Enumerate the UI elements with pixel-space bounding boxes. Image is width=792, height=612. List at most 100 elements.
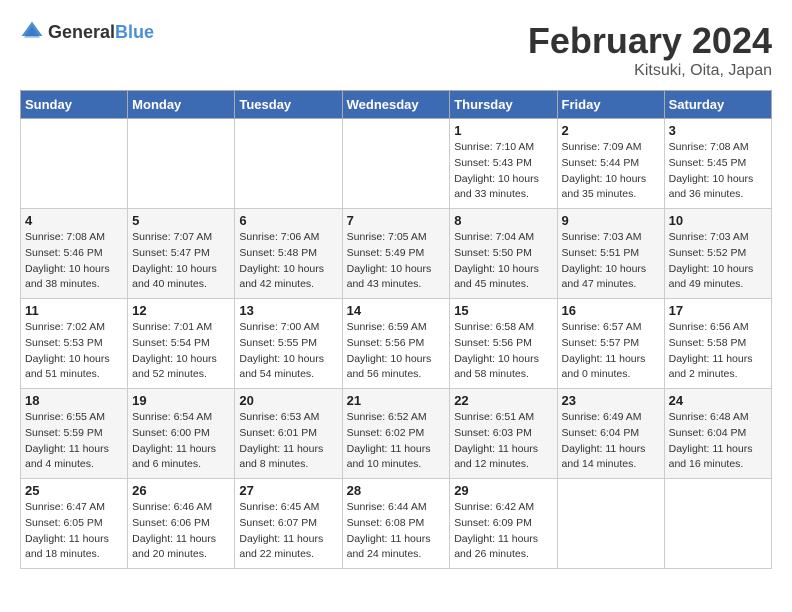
day-info: Sunrise: 7:06 AM Sunset: 5:48 PM Dayligh… <box>239 230 337 293</box>
day-info: Sunrise: 6:56 AM Sunset: 5:58 PM Dayligh… <box>669 320 767 383</box>
day-info: Sunrise: 6:46 AM Sunset: 6:06 PM Dayligh… <box>132 500 230 563</box>
weekday-header-monday: Monday <box>128 91 235 119</box>
day-number: 14 <box>347 303 446 318</box>
week-row-4: 18 Sunrise: 6:55 AM Sunset: 5:59 PM Dayli… <box>21 389 772 479</box>
day-number: 27 <box>239 483 337 498</box>
day-number: 10 <box>669 213 767 228</box>
day-number: 6 <box>239 213 337 228</box>
day-info: Sunrise: 6:47 AM Sunset: 6:05 PM Dayligh… <box>25 500 123 563</box>
day-cell: 28 Sunrise: 6:44 AM Sunset: 6:08 PM Dayli… <box>342 479 450 569</box>
day-cell: 3 Sunrise: 7:08 AM Sunset: 5:45 PM Daylig… <box>664 119 771 209</box>
day-number: 18 <box>25 393 123 408</box>
logo-text-general: General <box>48 22 115 42</box>
day-info: Sunrise: 7:01 AM Sunset: 5:54 PM Dayligh… <box>132 320 230 383</box>
week-row-1: 1 Sunrise: 7:10 AM Sunset: 5:43 PM Daylig… <box>21 119 772 209</box>
day-cell: 12 Sunrise: 7:01 AM Sunset: 5:54 PM Dayli… <box>128 299 235 389</box>
day-info: Sunrise: 6:54 AM Sunset: 6:00 PM Dayligh… <box>132 410 230 473</box>
day-number: 29 <box>454 483 552 498</box>
day-cell <box>664 479 771 569</box>
day-info: Sunrise: 7:04 AM Sunset: 5:50 PM Dayligh… <box>454 230 552 293</box>
day-cell <box>235 119 342 209</box>
day-cell: 15Sunrise: 6:58 AM Sunset: 5:56 PM Dayli… <box>450 299 557 389</box>
day-info: Sunrise: 6:55 AM Sunset: 5:59 PM Dayligh… <box>25 410 123 473</box>
logo-text-blue: Blue <box>115 22 154 42</box>
week-row-2: 4 Sunrise: 7:08 AM Sunset: 5:46 PM Daylig… <box>21 209 772 299</box>
month-title: February 2024 <box>528 20 772 62</box>
day-number: 23 <box>562 393 660 408</box>
day-number: 2 <box>562 123 660 138</box>
logo: GeneralBlue <box>20 20 154 44</box>
day-number: 24 <box>669 393 767 408</box>
weekday-header-wednesday: Wednesday <box>342 91 450 119</box>
day-info: Sunrise: 7:08 AM Sunset: 5:45 PM Dayligh… <box>669 140 767 203</box>
calendar-table: SundayMondayTuesdayWednesdayThursdayFrid… <box>20 90 772 569</box>
day-number: 1 <box>454 123 552 138</box>
day-info: Sunrise: 6:59 AM Sunset: 5:56 PM Dayligh… <box>347 320 446 383</box>
day-info: Sunrise: 7:07 AM Sunset: 5:47 PM Dayligh… <box>132 230 230 293</box>
day-info: Sunrise: 6:42 AM Sunset: 6:09 PM Dayligh… <box>454 500 552 563</box>
logo-icon <box>20 20 44 44</box>
day-info: Sunrise: 7:05 AM Sunset: 5:49 PM Dayligh… <box>347 230 446 293</box>
day-number: 4 <box>25 213 123 228</box>
day-info: Sunrise: 6:53 AM Sunset: 6:01 PM Dayligh… <box>239 410 337 473</box>
day-info: Sunrise: 6:49 AM Sunset: 6:04 PM Dayligh… <box>562 410 660 473</box>
weekday-header-row: SundayMondayTuesdayWednesdayThursdayFrid… <box>21 91 772 119</box>
day-cell: 8Sunrise: 7:04 AM Sunset: 5:50 PM Daylig… <box>450 209 557 299</box>
day-cell: 26 Sunrise: 6:46 AM Sunset: 6:06 PM Dayli… <box>128 479 235 569</box>
day-number: 9 <box>562 213 660 228</box>
day-number: 7 <box>347 213 446 228</box>
day-cell: 4 Sunrise: 7:08 AM Sunset: 5:46 PM Daylig… <box>21 209 128 299</box>
day-cell: 16Sunrise: 6:57 AM Sunset: 5:57 PM Dayli… <box>557 299 664 389</box>
day-cell: 25Sunrise: 6:47 AM Sunset: 6:05 PM Dayli… <box>21 479 128 569</box>
day-info: Sunrise: 7:03 AM Sunset: 5:51 PM Dayligh… <box>562 230 660 293</box>
week-row-3: 11 Sunrise: 7:02 AM Sunset: 5:53 PM Dayli… <box>21 299 772 389</box>
day-cell: 14 Sunrise: 6:59 AM Sunset: 5:56 PM Dayli… <box>342 299 450 389</box>
day-info: Sunrise: 6:57 AM Sunset: 5:57 PM Dayligh… <box>562 320 660 383</box>
day-cell: 13Sunrise: 7:00 AM Sunset: 5:55 PM Dayli… <box>235 299 342 389</box>
day-number: 12 <box>132 303 230 318</box>
day-info: Sunrise: 7:09 AM Sunset: 5:44 PM Dayligh… <box>562 140 660 203</box>
week-row-5: 25Sunrise: 6:47 AM Sunset: 6:05 PM Dayli… <box>21 479 772 569</box>
day-cell: 18 Sunrise: 6:55 AM Sunset: 5:59 PM Dayli… <box>21 389 128 479</box>
day-cell: 2 Sunrise: 7:09 AM Sunset: 5:44 PM Daylig… <box>557 119 664 209</box>
day-info: Sunrise: 6:51 AM Sunset: 6:03 PM Dayligh… <box>454 410 552 473</box>
weekday-header-thursday: Thursday <box>450 91 557 119</box>
day-number: 21 <box>347 393 446 408</box>
day-info: Sunrise: 6:52 AM Sunset: 6:02 PM Dayligh… <box>347 410 446 473</box>
day-cell <box>21 119 128 209</box>
day-cell: 6 Sunrise: 7:06 AM Sunset: 5:48 PM Daylig… <box>235 209 342 299</box>
day-number: 19 <box>132 393 230 408</box>
day-number: 26 <box>132 483 230 498</box>
day-cell: 24 Sunrise: 6:48 AM Sunset: 6:04 PM Dayli… <box>664 389 771 479</box>
day-info: Sunrise: 6:48 AM Sunset: 6:04 PM Dayligh… <box>669 410 767 473</box>
day-cell: 7 Sunrise: 7:05 AM Sunset: 5:49 PM Daylig… <box>342 209 450 299</box>
day-cell: 20 Sunrise: 6:53 AM Sunset: 6:01 PM Dayli… <box>235 389 342 479</box>
day-info: Sunrise: 7:08 AM Sunset: 5:46 PM Dayligh… <box>25 230 123 293</box>
day-cell: 22 Sunrise: 6:51 AM Sunset: 6:03 PM Dayli… <box>450 389 557 479</box>
weekday-header-friday: Friday <box>557 91 664 119</box>
day-cell: 23 Sunrise: 6:49 AM Sunset: 6:04 PM Dayli… <box>557 389 664 479</box>
day-cell: 11 Sunrise: 7:02 AM Sunset: 5:53 PM Dayli… <box>21 299 128 389</box>
day-cell: 5Sunrise: 7:07 AM Sunset: 5:47 PM Daylig… <box>128 209 235 299</box>
weekday-header-tuesday: Tuesday <box>235 91 342 119</box>
day-cell: 21 Sunrise: 6:52 AM Sunset: 6:02 PM Dayli… <box>342 389 450 479</box>
day-cell <box>557 479 664 569</box>
day-number: 3 <box>669 123 767 138</box>
weekday-header-saturday: Saturday <box>664 91 771 119</box>
day-number: 11 <box>25 303 123 318</box>
day-info: Sunrise: 6:58 AM Sunset: 5:56 PM Dayligh… <box>454 320 552 383</box>
day-info: Sunrise: 7:03 AM Sunset: 5:52 PM Dayligh… <box>669 230 767 293</box>
day-cell <box>128 119 235 209</box>
day-info: Sunrise: 6:44 AM Sunset: 6:08 PM Dayligh… <box>347 500 446 563</box>
day-number: 17 <box>669 303 767 318</box>
day-cell: 10 Sunrise: 7:03 AM Sunset: 5:52 PM Dayli… <box>664 209 771 299</box>
weekday-header-sunday: Sunday <box>21 91 128 119</box>
day-cell: 1 Sunrise: 7:10 AM Sunset: 5:43 PM Daylig… <box>450 119 557 209</box>
day-number: 28 <box>347 483 446 498</box>
day-number: 22 <box>454 393 552 408</box>
day-info: Sunrise: 7:02 AM Sunset: 5:53 PM Dayligh… <box>25 320 123 383</box>
day-info: Sunrise: 7:10 AM Sunset: 5:43 PM Dayligh… <box>454 140 552 203</box>
day-info: Sunrise: 6:45 AM Sunset: 6:07 PM Dayligh… <box>239 500 337 563</box>
day-info: Sunrise: 7:00 AM Sunset: 5:55 PM Dayligh… <box>239 320 337 383</box>
day-number: 20 <box>239 393 337 408</box>
